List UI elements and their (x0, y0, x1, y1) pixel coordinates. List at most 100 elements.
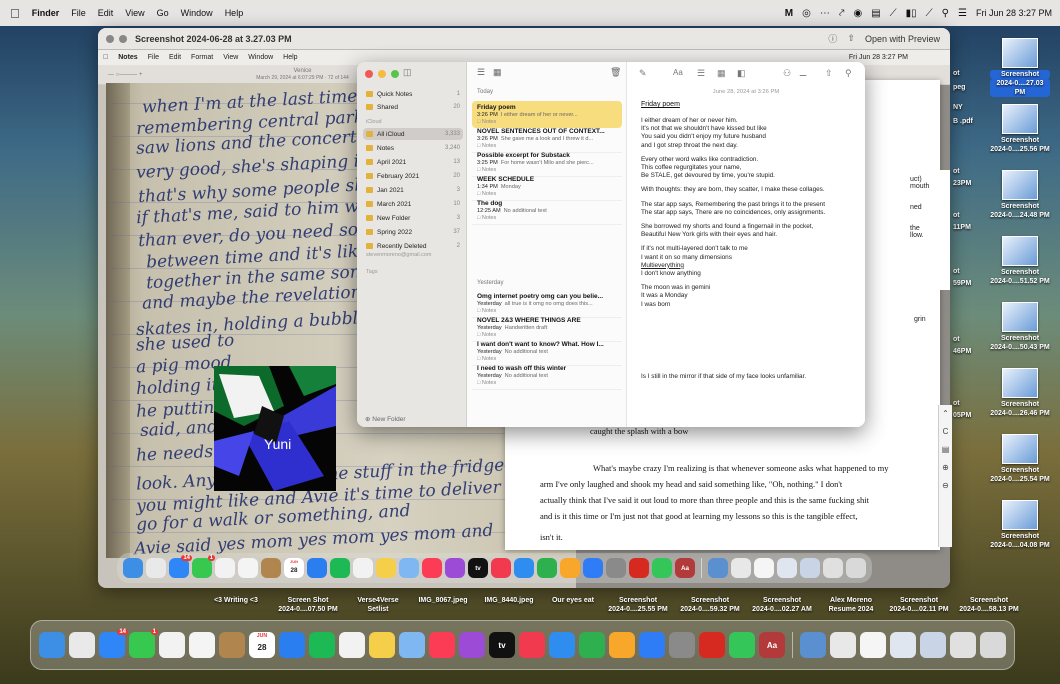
wifi-off-icon[interactable]: ⟋ (926, 8, 933, 19)
folder-item[interactable]: Jan 2021 3 (363, 184, 463, 196)
search-icon[interactable]: ⚲ (942, 8, 949, 19)
facetime-icon[interactable] (729, 632, 755, 658)
numbers-icon[interactable] (537, 558, 557, 578)
attachment-icon[interactable]: ◧ (737, 68, 746, 79)
menu-view[interactable]: View (119, 8, 150, 18)
acrobat-icon[interactable] (629, 558, 649, 578)
notes-close-button[interactable] (365, 70, 373, 78)
note-search-icon[interactable]: ⚲ (845, 68, 852, 79)
mail-icon[interactable]: 14 (99, 629, 128, 658)
app-store-icon[interactable] (583, 558, 603, 578)
desktop-file-label[interactable]: Screenshot 2024-0....02.11 PM (884, 596, 954, 614)
note-body-line[interactable]: You said you didn't enjoy my future husb… (641, 133, 766, 140)
calendar-icon[interactable]: JUN 28 (284, 558, 304, 578)
doc-thumb-icon[interactable] (823, 558, 843, 578)
compose-icon[interactable]: ✎ (639, 68, 647, 79)
menubar-datetime[interactable]: Fri Jun 28 3:27 PM (976, 8, 1052, 18)
notes-app-icon[interactable] (369, 632, 395, 658)
creative-cloud-icon[interactable]: ◎ (802, 8, 811, 19)
note-body-line[interactable]: The star app says, There are no coincide… (641, 209, 825, 216)
note-body-line[interactable]: Be STALE, get devoured by time, you're s… (641, 172, 775, 179)
apple-tv-icon[interactable]: tv (468, 558, 488, 578)
chrome-icon[interactable] (238, 558, 258, 578)
apple-tv-icon[interactable]: tv (489, 632, 515, 658)
note-title[interactable]: Friday poem (641, 101, 680, 108)
finder-icon[interactable] (39, 632, 65, 658)
note-last-line[interactable]: Is I still in the mirror if that side of… (641, 373, 806, 380)
podcasts-icon[interactable] (459, 632, 485, 658)
record-icon[interactable]: ◉ (853, 8, 862, 19)
note-list-item[interactable]: The dog 12:25 AM No additional text □ Notes (472, 197, 622, 225)
preview-icon[interactable] (399, 632, 425, 658)
note-body-line[interactable]: The star app says, Remembering the past … (641, 201, 825, 208)
new-folder-button[interactable]: ⊕ New Folder (365, 415, 406, 423)
folder-item[interactable]: Spring 2022 37 (363, 226, 463, 238)
note-body-line[interactable]: This coffee regurgitates your name, (641, 164, 741, 171)
desktop-file-icon[interactable]: Screenshot 2024-0....27.03 PM (990, 38, 1050, 97)
doc-thumb-icon[interactable] (860, 632, 886, 658)
note-body-line[interactable]: I don't know anything (641, 270, 701, 277)
music-icon[interactable] (429, 632, 455, 658)
podcasts-icon[interactable] (445, 558, 465, 578)
delete-icon[interactable]: 🗑 (610, 67, 621, 78)
folder-item[interactable]: March 2021 10 (363, 198, 463, 210)
notes-brown-icon[interactable] (261, 558, 281, 578)
reminders-icon[interactable] (353, 558, 373, 578)
menu-go[interactable]: Go (151, 8, 175, 18)
desktop-file-label[interactable]: Screen Shot 2024-0....07.50 PM (272, 596, 344, 614)
doc-thumb-icon[interactable] (830, 632, 856, 658)
checklist-icon[interactable]: ☰ (697, 68, 705, 79)
sidebar-toggle-icon[interactable]: ◫ (403, 67, 412, 78)
table-icon[interactable]: ▦ (717, 68, 726, 79)
apple-menu-icon[interactable]:  (0, 6, 26, 21)
folder-item[interactable]: All iCloud 3,333 (363, 128, 463, 140)
collab-icon[interactable]: ⚇ (783, 68, 791, 79)
pages-icon[interactable] (609, 632, 635, 658)
doc-thumb-icon[interactable] (777, 558, 797, 578)
system-settings-icon[interactable] (669, 632, 695, 658)
desktop-file-icon[interactable]: Screenshot 2024-0....50.43 PM (990, 302, 1050, 352)
note-body-line[interactable]: I was born (641, 301, 670, 308)
reminders-icon[interactable] (339, 632, 365, 658)
keynote-icon[interactable] (514, 558, 534, 578)
folder-item[interactable]: Shared 20 (363, 101, 463, 113)
lock-icon[interactable]: ⚊ (799, 68, 807, 79)
note-body-line[interactable]: She borrowed my shorts and found a finge… (641, 223, 813, 230)
doc-thumb-icon[interactable] (800, 558, 820, 578)
launchpad-icon[interactable] (69, 632, 95, 658)
note-body-line[interactable]: I want it on so many dimensions (641, 254, 732, 261)
info-icon[interactable]: ⓘ (828, 32, 837, 45)
desktop-file-label[interactable]: Screenshot 2024-0....58.13 PM (954, 596, 1024, 614)
desktop-file-icon[interactable]: Screenshot 2024-0....24.48 PM (990, 170, 1050, 220)
note-body-line[interactable]: With thoughts: they are born, they scatt… (641, 186, 825, 193)
menu-help[interactable]: Help (219, 8, 250, 18)
note-body-line[interactable]: Every other word walks like contradictio… (641, 156, 758, 163)
desktop-file-icon[interactable]: Screenshot 2024-0....26.46 PM (990, 368, 1050, 418)
trash-icon[interactable] (980, 632, 1006, 658)
note-body-line[interactable]: Beautiful New York girls with their eyes… (641, 231, 777, 238)
doc-thumb-icon[interactable] (890, 632, 916, 658)
open-with-preview-button[interactable]: Open with Preview (865, 34, 940, 44)
doc-thumb-icon[interactable] (950, 632, 976, 658)
menu-window[interactable]: Window (175, 8, 219, 18)
system-settings-icon[interactable] (606, 558, 626, 578)
menu-file[interactable]: File (65, 8, 92, 18)
notes-zoom-button[interactable] (391, 70, 399, 78)
menu-edit[interactable]: Edit (92, 8, 120, 18)
note-body-line[interactable]: and I got strep throat the next day. (641, 142, 738, 149)
files-icon[interactable] (708, 558, 728, 578)
page-icon[interactable]: ▤ (939, 441, 952, 459)
dots-icon[interactable]: ⋯ (820, 8, 830, 19)
battery-icon[interactable]: ▮▯ (906, 8, 917, 19)
note-body-line[interactable]: Multieverything (641, 262, 684, 269)
numbers-icon[interactable] (579, 632, 605, 658)
pen-icon[interactable]: ⟋ (890, 8, 897, 19)
dictionary-icon[interactable]: Aa (759, 632, 785, 658)
desktop-file-label[interactable]: Screenshot 2024-0....25.55 PM (602, 596, 674, 614)
news-icon[interactable] (519, 632, 545, 658)
safari-icon[interactable] (279, 632, 305, 658)
minimize-button[interactable] (119, 34, 127, 43)
note-body-line[interactable]: It was a Monday (641, 292, 688, 299)
gallery-view-icon[interactable]: ▦ (493, 67, 502, 78)
music-icon[interactable] (422, 558, 442, 578)
